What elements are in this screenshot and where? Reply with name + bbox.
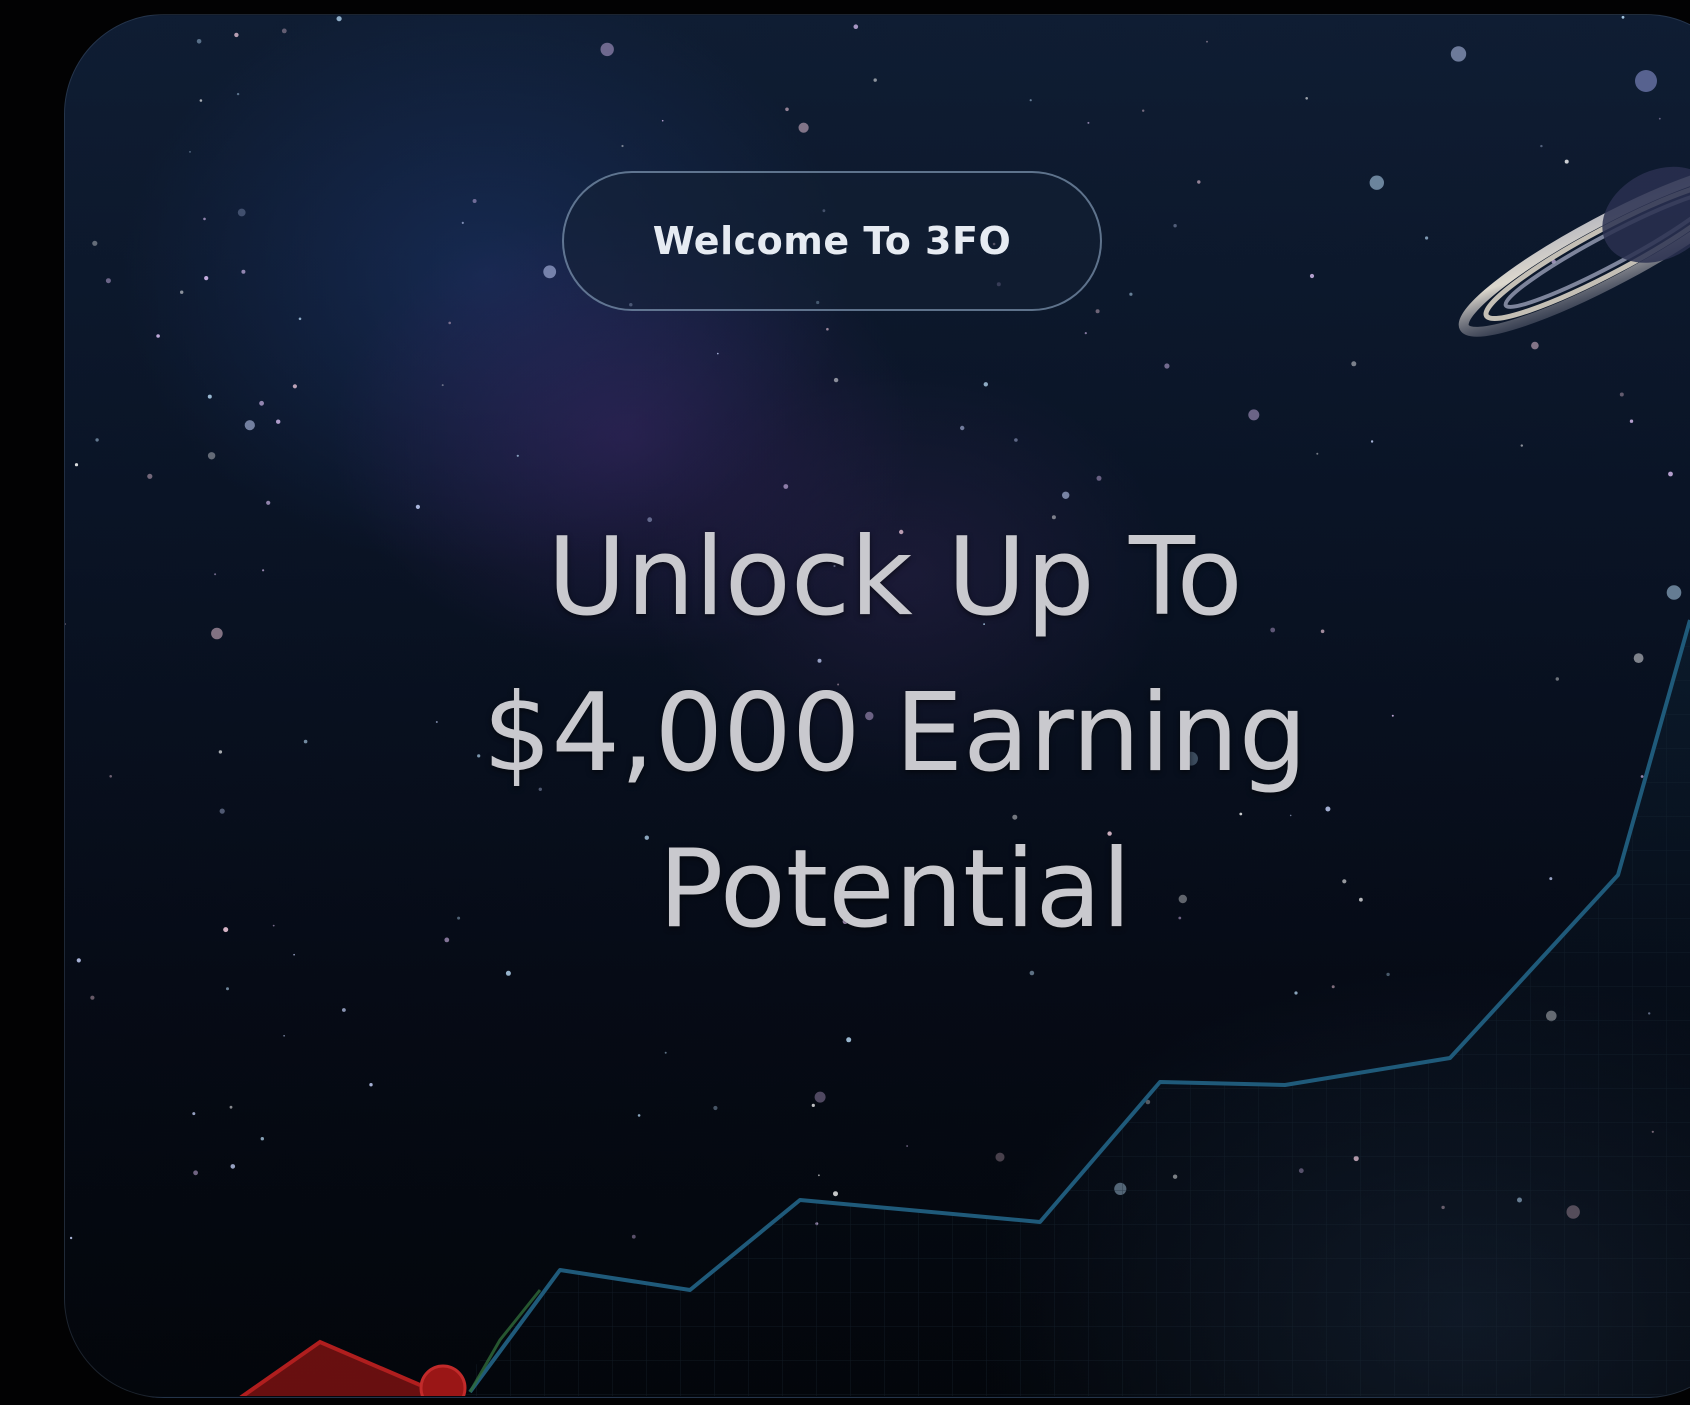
welcome-badge-label: Welcome To 3FO xyxy=(652,219,1012,263)
headline-line-3: Potential xyxy=(658,827,1132,952)
welcome-badge: Welcome To 3FO xyxy=(562,171,1102,311)
headline-line-1: Unlock Up To xyxy=(547,515,1243,640)
saturn-planet-icon xyxy=(1458,163,1690,337)
hero-headline: Unlock Up To $4,000 Earning Potential xyxy=(260,500,1530,968)
page: Welcome To 3FO Unlock Up To $4,000 Earni… xyxy=(0,0,1690,1405)
headline-line-2: $4,000 Earning xyxy=(482,671,1308,796)
